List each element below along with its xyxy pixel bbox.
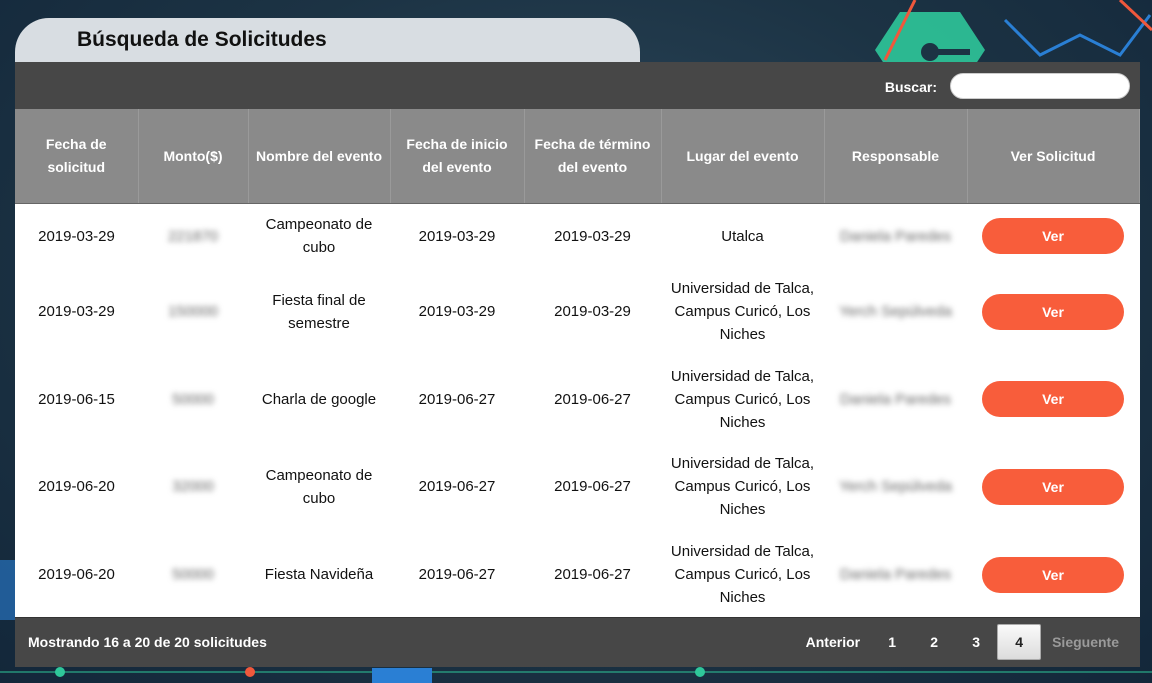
cell-inicio: 2019-03-29 xyxy=(418,227,496,245)
cell-fecha: 2019-06-20 xyxy=(38,566,115,584)
header-lugar[interactable]: Lugar del evento xyxy=(661,109,825,204)
ver-button[interactable]: Ver xyxy=(982,468,1124,505)
cell-lugar: Universidad de Talca, Campus Curicó, Los… xyxy=(670,280,815,344)
cell-fecha: 2019-03-29 xyxy=(38,303,115,321)
cell-monto: 50000 xyxy=(172,390,214,408)
ver-button[interactable]: Ver xyxy=(982,218,1124,254)
search-input[interactable] xyxy=(950,73,1130,99)
header-monto[interactable]: Monto($) xyxy=(138,109,249,204)
cell-termino: 2019-06-27 xyxy=(554,566,631,584)
cell-ver: Ver xyxy=(967,268,1139,356)
cell-nombre: Campeonato de cubo xyxy=(265,466,373,507)
cell-termino: 2019-06-27 xyxy=(554,390,631,408)
table-footer: Mostrando 16 a 20 de 20 solicitudes Ante… xyxy=(15,617,1140,667)
table-row: 2019-06-20 32000 Campeonato de cubo 2019… xyxy=(15,443,1139,531)
header-fecha-solicitud[interactable]: Fecha de solicitud xyxy=(15,109,139,204)
cell-responsable: Yerch Sepúlveda xyxy=(839,303,952,321)
search-bar: Buscar: xyxy=(15,62,1140,109)
pagination-page-4[interactable]: 4 xyxy=(997,624,1042,660)
cell-responsable: Daniela Paredes xyxy=(840,390,951,408)
cell-lugar: Universidad de Talca, Campus Curicó, Los… xyxy=(670,367,815,431)
cell-nombre: Fiesta Navideña xyxy=(264,566,374,584)
cell-fecha: 2019-06-20 xyxy=(38,478,115,496)
pagination: Anterior 1 2 3 4 Sieguente xyxy=(795,624,1130,660)
pagination-prev[interactable]: Anterior xyxy=(795,624,871,660)
cell-monto: 50000 xyxy=(172,566,214,584)
table-header-row: Fecha de solicitud Monto($) Nombre del e… xyxy=(15,109,1140,204)
header-responsable[interactable]: Responsable xyxy=(824,109,968,204)
cell-responsable: Daniela Paredes xyxy=(840,566,951,584)
cell-inicio: 2019-06-27 xyxy=(418,390,496,408)
table-row: 2019-06-15 50000 Charla de google 2019-0… xyxy=(15,356,1139,444)
requests-table: Fecha de solicitud Monto($) Nombre del e… xyxy=(15,109,1140,618)
cell-fecha: 2019-03-29 xyxy=(38,227,115,245)
cell-ver: Ver xyxy=(967,443,1139,531)
search-label: Buscar: xyxy=(884,79,937,95)
table-row: 2019-03-29 221870 Campeonato de cubo 201… xyxy=(15,204,1139,269)
cell-nombre: Fiesta final de semestre xyxy=(272,291,366,332)
cell-ver: Ver xyxy=(967,204,1139,269)
header-ver-solicitud[interactable]: Ver Solicitud xyxy=(967,109,1140,204)
header-fecha-inicio[interactable]: Fecha de inicio del evento xyxy=(390,109,525,204)
ver-button[interactable]: Ver xyxy=(982,556,1124,593)
cell-responsable: Yerch Sepúlveda xyxy=(839,478,952,496)
pagination-page-1[interactable]: 1 xyxy=(871,624,913,660)
cell-lugar: Utalca xyxy=(721,227,764,245)
table-row: 2019-06-20 50000 Fiesta Navideña 2019-06… xyxy=(15,531,1139,619)
cell-termino: 2019-03-29 xyxy=(554,227,631,245)
cell-termino: 2019-06-27 xyxy=(554,478,631,496)
cell-monto: 32000 xyxy=(172,478,214,496)
pagination-info: Mostrando 16 a 20 de 20 solicitudes xyxy=(28,634,267,650)
ver-button[interactable]: Ver xyxy=(982,293,1124,330)
page-title: Búsqueda de Solicitudes xyxy=(77,28,327,51)
cell-monto: 221870 xyxy=(167,227,219,245)
cell-ver: Ver xyxy=(967,531,1139,619)
cell-inicio: 2019-06-27 xyxy=(418,478,496,496)
cell-responsable: Daniela Paredes xyxy=(840,227,951,245)
pagination-page-3[interactable]: 3 xyxy=(955,624,997,660)
header-fecha-termino[interactable]: Fecha de término del evento xyxy=(524,109,662,204)
cell-lugar: Universidad de Talca, Campus Curicó, Los… xyxy=(670,543,815,607)
pagination-next: Sieguente xyxy=(1052,634,1119,650)
cell-nombre: Charla de google xyxy=(261,390,377,408)
cell-inicio: 2019-06-27 xyxy=(418,566,496,584)
header-nombre-evento[interactable]: Nombre del evento xyxy=(248,109,391,204)
cell-nombre: Campeonato de cubo xyxy=(265,216,373,256)
requests-panel: Buscar: Fecha de solicitud Monto($) Nomb… xyxy=(15,62,1140,667)
table-row: 2019-03-29 150000 Fiesta final de semest… xyxy=(15,268,1139,356)
cell-inicio: 2019-03-29 xyxy=(418,303,496,321)
cell-ver: Ver xyxy=(967,356,1139,444)
ver-button[interactable]: Ver xyxy=(982,381,1124,418)
cell-lugar: Universidad de Talca, Campus Curicó, Los… xyxy=(670,455,815,519)
cell-fecha: 2019-06-15 xyxy=(38,390,115,408)
cell-monto: 150000 xyxy=(167,303,219,321)
pagination-page-2[interactable]: 2 xyxy=(913,624,955,660)
cell-termino: 2019-03-29 xyxy=(554,303,631,321)
